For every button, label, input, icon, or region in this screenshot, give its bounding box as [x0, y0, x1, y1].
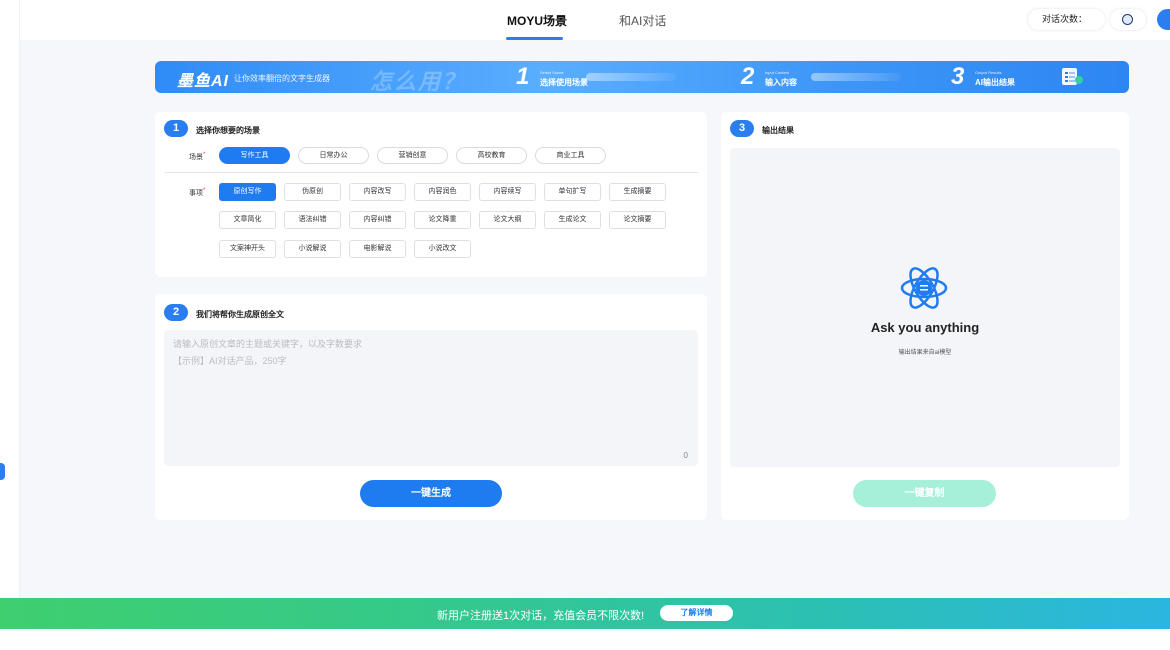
left-sidebar-strip	[0, 0, 20, 600]
step-english: Input Content	[765, 70, 790, 75]
step-number: 3	[951, 63, 965, 90]
how-to-banner: 墨鱼AI 让你效率翻倍的文字生成器 怎么用？ 1 Select Scene 选择…	[155, 61, 1129, 93]
brand-slogan: 让你效率翻倍的文字生成器	[234, 74, 330, 83]
section-2-badge: 2	[164, 304, 188, 321]
item-chip[interactable]: 生成论文	[544, 211, 601, 229]
scene-label-text: 场景	[189, 154, 203, 161]
usage-count-label: 对话次数：	[1042, 14, 1088, 24]
generate-button[interactable]: 一键生成	[360, 480, 502, 507]
item-chip[interactable]: 生成摘要	[609, 183, 666, 201]
item-chip[interactable]: 电影解说	[349, 240, 406, 258]
document-list-icon	[1062, 68, 1083, 85]
required-marker: *	[203, 152, 206, 158]
step-connector	[586, 73, 676, 81]
tab-ai-chat[interactable]: 和AI对话	[619, 12, 666, 29]
content-input-textarea[interactable]: 请输入原创文章的主题或关键字，以及字数要求 【示例】AI对话产品，250字 0	[164, 330, 698, 466]
item-chip[interactable]: 语法纠错	[284, 211, 341, 229]
scene-pill-office[interactable]: 日常办公	[298, 147, 369, 164]
brand-logo: 墨鱼AI	[177, 73, 230, 90]
how-to-heading: 怎么用？	[370, 69, 467, 93]
scene-pill-business[interactable]: 商业工具	[535, 147, 606, 164]
step-number: 2	[741, 63, 755, 90]
item-chip[interactable]: 内容纠错	[349, 211, 406, 229]
section-1-badge: 1	[164, 120, 188, 137]
section-divider	[164, 172, 698, 173]
usage-count-pill[interactable]: 对话次数：	[1028, 9, 1105, 30]
required-marker: *	[203, 188, 206, 194]
item-chip[interactable]: 伪原创	[284, 183, 341, 201]
empty-state-title: Ask you anything	[870, 320, 980, 335]
item-chip[interactable]: 文章简化	[219, 211, 276, 229]
empty-state-subtitle: 输出结果来自ai模型	[898, 350, 952, 356]
section-1-title: 选择你想要的场景	[196, 126, 260, 135]
item-chip[interactable]: 论文大纲	[479, 211, 536, 229]
item-chip[interactable]: 小说解说	[284, 240, 341, 258]
sidebar-toggle-handle[interactable]	[0, 463, 5, 480]
item-chip[interactable]: 单句扩写	[544, 183, 601, 201]
copy-button[interactable]: 一键复制	[853, 480, 996, 507]
input-placeholder-line1: 请输入原创文章的主题或关键字，以及字数要求	[173, 339, 363, 349]
section-2-title: 我们将帮你生成原创全文	[196, 310, 284, 319]
input-placeholder-line2: 【示例】AI对话产品，250字	[173, 356, 287, 366]
step-label: AI输出结果	[975, 78, 1015, 87]
scene-pill-marketing[interactable]: 营销创意	[377, 147, 448, 164]
item-row-label: 事项*	[189, 188, 205, 198]
top-right-action-button[interactable]	[1157, 9, 1170, 30]
section-3-title: 输出结果	[762, 126, 794, 135]
user-avatar-button[interactable]	[1110, 9, 1146, 30]
item-chip[interactable]: 原创写作	[219, 183, 276, 201]
learn-more-button[interactable]: 了解详情	[660, 605, 733, 621]
tab-moyu-scenes-label: MOYU场景	[507, 14, 568, 28]
scene-pill-education[interactable]: 高校教育	[456, 147, 527, 164]
item-chip[interactable]: 论文降重	[414, 211, 471, 229]
avatar-icon	[1122, 14, 1133, 25]
scene-pill-writing-tools[interactable]: 写作工具	[219, 147, 290, 164]
item-chip[interactable]: 文案神开头	[219, 240, 276, 258]
step-number: 1	[516, 63, 530, 90]
step-label: 选择使用场景	[540, 78, 588, 87]
item-chip[interactable]: 内容改写	[349, 183, 406, 201]
step-english: Select Scene	[540, 70, 564, 75]
scene-row-label: 场景*	[189, 152, 205, 162]
tab-ai-chat-label: 和AI对话	[619, 14, 667, 28]
promo-banner: 新用户注册送1次对话，充值会员不限次数! 了解详情	[0, 598, 1170, 629]
item-chip[interactable]: 内容润色	[414, 183, 471, 201]
promo-text: 新用户注册送1次对话，充值会员不限次数!	[437, 610, 645, 622]
item-chip[interactable]: 小说改文	[414, 240, 471, 258]
active-tab-indicator	[506, 37, 563, 40]
step-english: Output Results	[975, 70, 1002, 75]
item-label-text: 事项	[189, 190, 203, 197]
step-label: 输入内容	[765, 78, 797, 87]
character-count: 0	[683, 451, 688, 460]
step-connector	[811, 73, 901, 81]
tab-moyu-scenes[interactable]: MOYU场景	[506, 12, 568, 40]
section-3-badge: 3	[730, 120, 754, 137]
ai-atom-icon	[900, 267, 948, 309]
top-navigation: MOYU场景 和AI对话 对话次数：	[20, 0, 1170, 40]
page-footer-space	[0, 629, 1170, 650]
item-chip[interactable]: 内容续写	[479, 183, 536, 201]
item-chip[interactable]: 论文摘要	[609, 211, 666, 229]
